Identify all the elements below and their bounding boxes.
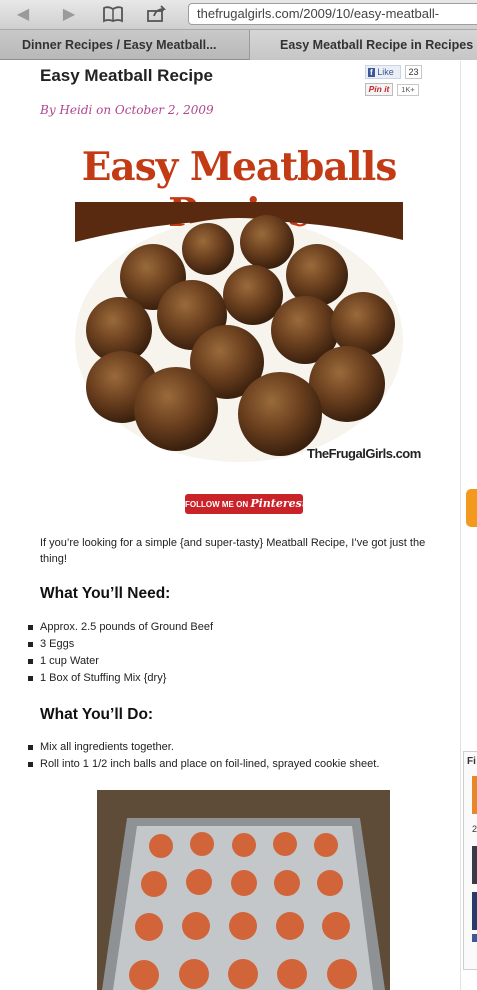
ingredients-list: Approx. 2.5 pounds of Ground Beef 3 Eggs… — [28, 619, 213, 687]
feedback-tab[interactable] — [466, 489, 477, 527]
sidebar-widget-label: Fi — [467, 756, 476, 767]
list-item: 3 Eggs — [28, 636, 213, 653]
sidebar-widget: Fi 2 — [463, 751, 477, 970]
post-title: Easy Meatball Recipe — [40, 66, 213, 85]
meatballs-plate-image — [75, 202, 403, 462]
needs-heading: What You’ll Need: — [40, 585, 171, 602]
sidebar-thumbnail[interactable] — [472, 892, 477, 930]
facebook-icon[interactable] — [472, 934, 477, 942]
list-item: Mix all ingredients together. — [28, 739, 379, 756]
steps-list: Mix all ingredients together. Roll into … — [28, 739, 379, 773]
tab-bar: Dinner Recipes / Easy Meatball... ✕ Easy… — [0, 30, 477, 60]
facebook-icon: f — [368, 68, 375, 77]
tab-easy-meatball[interactable]: Easy Meatball Recipe in Recipes — [250, 30, 477, 60]
tab-dinner-recipes[interactable]: Dinner Recipes / Easy Meatball... — [0, 30, 250, 60]
list-item: Roll into 1 1/2 inch balls and place on … — [28, 756, 379, 773]
hero-credit: TheFrugalGirls.com — [307, 446, 421, 461]
web-page: Fi 2 Easy Meatball Recipe f Like 23 Pin … — [0, 61, 477, 990]
pin-it-button[interactable]: Pin it — [365, 83, 393, 96]
post-byline: By Heidi on October 2, 2009 — [40, 103, 214, 117]
list-item: 1 Box of Stuffing Mix {dry} — [28, 670, 213, 687]
browser-toolbar: ◀ ▶ thefrugalgirls.com/2009/10/easy-meat… — [0, 0, 477, 30]
intro-paragraph: If you’re looking for a simple {and supe… — [40, 537, 426, 565]
back-arrow-icon[interactable]: ◀ — [12, 5, 34, 25]
facebook-like-button[interactable]: f Like — [365, 65, 401, 79]
pin-count: 1K+ — [397, 84, 419, 96]
sidebar-number: 2 — [472, 824, 477, 834]
follow-prefix: FOLLOW ME ON — [185, 500, 249, 509]
url-field[interactable]: thefrugalgirls.com/2009/10/easy-meatball… — [188, 3, 477, 25]
steps-heading: What You’ll Do: — [40, 706, 154, 723]
follow-pinterest-button[interactable]: FOLLOW ME ON Pinterest — [185, 494, 307, 514]
like-label: Like — [377, 67, 394, 77]
hero-image: Easy Meatballs Recipe — [75, 144, 421, 474]
list-item: 1 cup Water — [28, 653, 213, 670]
like-count: 23 — [405, 65, 422, 79]
pinterest-logo: Pinterest — [250, 497, 307, 510]
sidebar-thumbnail[interactable] — [472, 846, 477, 884]
book-icon[interactable] — [102, 5, 124, 25]
sidebar-thumbnail[interactable] — [472, 776, 477, 814]
forward-arrow-icon[interactable]: ▶ — [58, 5, 80, 25]
list-item: Approx. 2.5 pounds of Ground Beef — [28, 619, 213, 636]
cookie-sheet-photo — [97, 790, 390, 990]
share-icon[interactable] — [146, 5, 168, 25]
